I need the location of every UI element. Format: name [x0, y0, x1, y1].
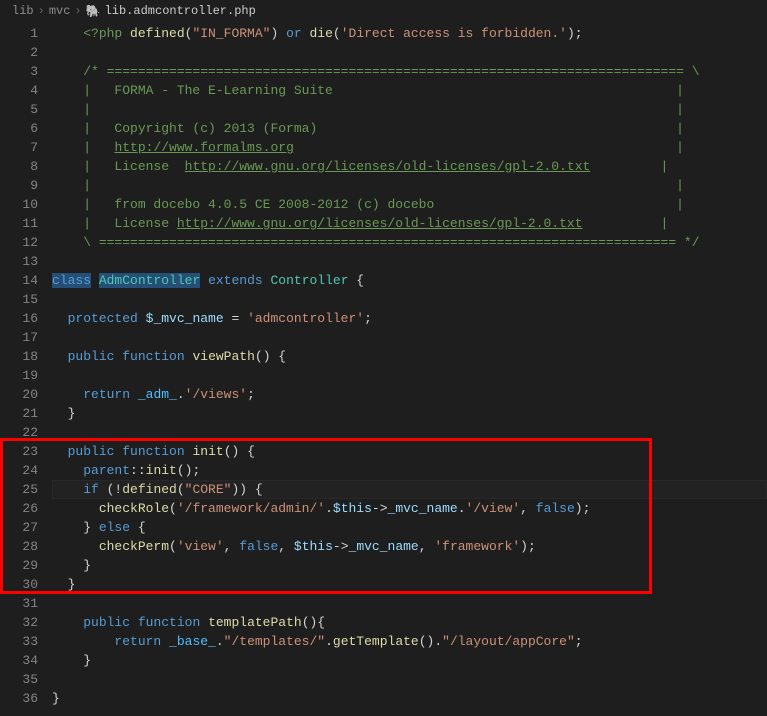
line-number: 25 — [0, 480, 52, 499]
code-line[interactable]: /* =====================================… — [52, 62, 767, 81]
line-number: 14 — [0, 271, 52, 290]
line-number: 13 — [0, 252, 52, 271]
line-number: 22 — [0, 423, 52, 442]
code-line[interactable]: | | — [52, 100, 767, 119]
code-line[interactable]: if (!defined("CORE")) { — [52, 480, 767, 499]
code-line[interactable]: | License http://www.gnu.org/licenses/ol… — [52, 157, 767, 176]
breadcrumb-segment[interactable]: lib — [12, 4, 34, 18]
chevron-right-icon: › — [74, 4, 81, 18]
php-file-icon: 🐘 — [86, 4, 101, 19]
code-line[interactable]: | | — [52, 176, 767, 195]
code-line[interactable]: | from docebo 4.0.5 CE 2008-2012 (c) doc… — [52, 195, 767, 214]
line-number: 9 — [0, 176, 52, 195]
code-line[interactable]: } — [52, 575, 767, 594]
line-number: 23 — [0, 442, 52, 461]
code-line[interactable]: } else { — [52, 518, 767, 537]
code-line[interactable]: checkRole('/framework/admin/'.$this->_mv… — [52, 499, 767, 518]
line-number: 31 — [0, 594, 52, 613]
code-line[interactable]: | FORMA - The E-Learning Suite | — [52, 81, 767, 100]
code-line[interactable]: class AdmController extends Controller { — [52, 271, 767, 290]
line-number: 24 — [0, 461, 52, 480]
code-line[interactable]: public function viewPath() { — [52, 347, 767, 366]
code-line[interactable]: } — [52, 651, 767, 670]
code-line[interactable] — [52, 252, 767, 271]
line-number: 26 — [0, 499, 52, 518]
code-editor[interactable]: 1234567891011121314151617181920212223242… — [0, 22, 767, 716]
code-line[interactable]: | License http://www.gnu.org/licenses/ol… — [52, 214, 767, 233]
code-line[interactable]: return _base_."/templates/".getTemplate(… — [52, 632, 767, 651]
line-number: 17 — [0, 328, 52, 347]
line-number: 35 — [0, 670, 52, 689]
line-number: 4 — [0, 81, 52, 100]
line-number: 10 — [0, 195, 52, 214]
chevron-right-icon: › — [38, 4, 45, 18]
code-line[interactable]: public function init() { — [52, 442, 767, 461]
code-line[interactable]: } — [52, 404, 767, 423]
line-number: 30 — [0, 575, 52, 594]
code-line[interactable]: public function templatePath(){ — [52, 613, 767, 632]
line-number: 29 — [0, 556, 52, 575]
line-number: 20 — [0, 385, 52, 404]
code-line[interactable]: return _adm_.'/views'; — [52, 385, 767, 404]
line-number: 8 — [0, 157, 52, 176]
line-number: 1 — [0, 24, 52, 43]
code-line[interactable]: protected $_mvc_name = 'admcontroller'; — [52, 309, 767, 328]
line-number: 3 — [0, 62, 52, 81]
code-line[interactable]: <?php defined("IN_FORMA") or die('Direct… — [52, 24, 767, 43]
code-line[interactable] — [52, 366, 767, 385]
line-number: 12 — [0, 233, 52, 252]
code-line[interactable] — [52, 423, 767, 442]
line-number: 5 — [0, 100, 52, 119]
code-line[interactable] — [52, 290, 767, 309]
breadcrumb[interactable]: lib › mvc › 🐘 lib.admcontroller.php — [0, 0, 767, 22]
line-number: 34 — [0, 651, 52, 670]
code-line[interactable]: } — [52, 556, 767, 575]
line-number: 21 — [0, 404, 52, 423]
code-line[interactable]: | Copyright (c) 2013 (Forma) | — [52, 119, 767, 138]
code-line[interactable] — [52, 43, 767, 62]
line-number: 15 — [0, 290, 52, 309]
line-number: 16 — [0, 309, 52, 328]
line-number: 2 — [0, 43, 52, 62]
line-number: 11 — [0, 214, 52, 233]
line-number: 32 — [0, 613, 52, 632]
code-line[interactable] — [52, 594, 767, 613]
breadcrumb-filename[interactable]: lib.admcontroller.php — [105, 4, 256, 18]
line-number: 27 — [0, 518, 52, 537]
code-line[interactable] — [52, 328, 767, 347]
breadcrumb-segment[interactable]: mvc — [49, 4, 71, 18]
code-line[interactable]: checkPerm('view', false, $this->_mvc_nam… — [52, 537, 767, 556]
code-line[interactable] — [52, 670, 767, 689]
code-line[interactable]: | http://www.formalms.org | — [52, 138, 767, 157]
line-number: 28 — [0, 537, 52, 556]
line-number: 7 — [0, 138, 52, 157]
line-number: 19 — [0, 366, 52, 385]
line-number: 18 — [0, 347, 52, 366]
line-number: 6 — [0, 119, 52, 138]
code-area[interactable]: <?php defined("IN_FORMA") or die('Direct… — [52, 22, 767, 716]
line-number-gutter: 1234567891011121314151617181920212223242… — [0, 22, 52, 716]
code-line[interactable]: } — [52, 689, 767, 708]
line-number: 36 — [0, 689, 52, 708]
line-number: 33 — [0, 632, 52, 651]
code-line[interactable]: parent::init(); — [52, 461, 767, 480]
code-line[interactable]: \ ======================================… — [52, 233, 767, 252]
